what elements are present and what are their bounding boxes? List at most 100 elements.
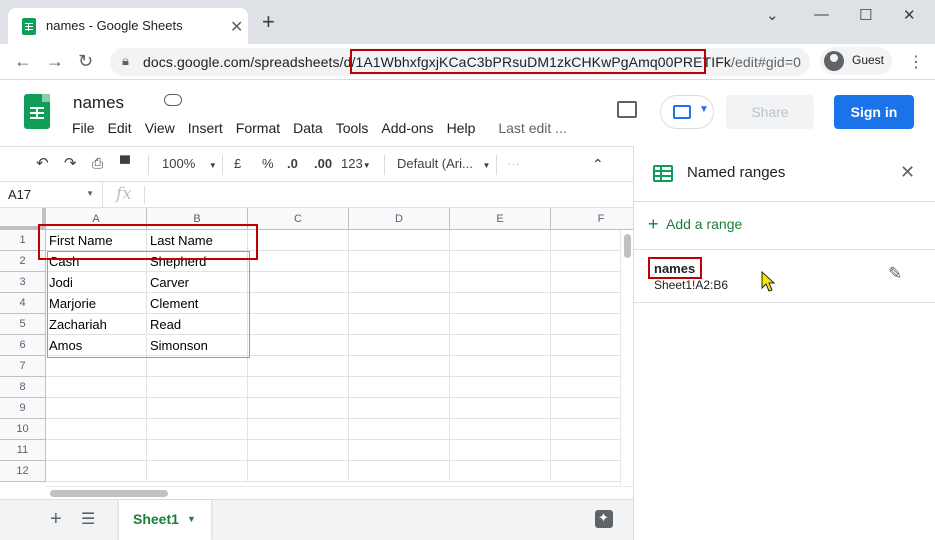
column-header-f[interactable]: F: [551, 208, 633, 230]
increase-decimal-button[interactable]: .00: [314, 156, 332, 171]
grid-cell[interactable]: Amos: [46, 335, 147, 356]
grid-cell[interactable]: Marjorie: [46, 293, 147, 314]
grid-cell[interactable]: [147, 440, 248, 461]
sign-in-button[interactable]: Sign in: [834, 95, 914, 129]
grid-cell[interactable]: [147, 398, 248, 419]
grid-cell[interactable]: [147, 419, 248, 440]
grid-cell[interactable]: [46, 419, 147, 440]
row-header[interactable]: 12: [0, 461, 46, 482]
grid-cell[interactable]: [450, 356, 551, 377]
grid-cell[interactable]: Jodi: [46, 272, 147, 293]
grid-cell[interactable]: [349, 440, 450, 461]
row-header[interactable]: 8: [0, 377, 46, 398]
redo-icon[interactable]: ↷: [64, 154, 77, 172]
grid-cell[interactable]: [450, 440, 551, 461]
spreadsheet-grid[interactable]: A B C D E F 1 2 3 4 5 6 7 8 9 10 11 12 F…: [0, 208, 633, 486]
forward-icon[interactable]: →: [46, 51, 64, 72]
column-header-d[interactable]: D: [349, 208, 450, 230]
row-header[interactable]: 3: [0, 272, 46, 293]
grid-cell[interactable]: Cash: [46, 251, 147, 272]
tab-close-icon[interactable]: ✕: [230, 17, 243, 37]
last-edit-link[interactable]: Last edit ...: [498, 120, 566, 136]
grid-cell[interactable]: [450, 251, 551, 272]
sheet-tab-sheet1[interactable]: Sheet1 ▼: [119, 500, 211, 540]
grid-cell[interactable]: [450, 272, 551, 293]
explore-icon[interactable]: [595, 510, 613, 528]
menu-help[interactable]: Help: [447, 120, 476, 136]
menu-edit[interactable]: Edit: [108, 120, 132, 136]
scroll-thumb[interactable]: [624, 234, 631, 258]
grid-cell[interactable]: [450, 461, 551, 482]
grid-cell[interactable]: Carver: [147, 272, 248, 293]
column-header-b[interactable]: B: [147, 208, 248, 230]
more-formats-select[interactable]: 123▼: [341, 156, 371, 171]
tab-search-icon[interactable]: ⌄: [766, 6, 779, 24]
column-header-a[interactable]: A: [46, 208, 147, 230]
menu-format[interactable]: Format: [236, 120, 280, 136]
grid-cell[interactable]: [46, 398, 147, 419]
grid-cell[interactable]: Clement: [147, 293, 248, 314]
paint-format-icon[interactable]: ▀: [120, 155, 130, 171]
zoom-select[interactable]: 100% ▼: [162, 156, 217, 171]
grid-cell[interactable]: [147, 461, 248, 482]
grid-cell[interactable]: [349, 293, 450, 314]
collapse-menus-icon[interactable]: ⌃: [592, 156, 604, 173]
grid-cell[interactable]: Shepherd: [147, 251, 248, 272]
all-sheets-icon[interactable]: ☰: [81, 509, 95, 529]
grid-cell[interactable]: [248, 314, 349, 335]
row-header[interactable]: 11: [0, 440, 46, 461]
grid-cell[interactable]: [248, 335, 349, 356]
name-box[interactable]: A17 ▼: [0, 182, 103, 207]
grid-cell[interactable]: [450, 293, 551, 314]
grid-cell[interactable]: [248, 251, 349, 272]
grid-cell[interactable]: [46, 461, 147, 482]
menu-data[interactable]: Data: [293, 120, 323, 136]
row-header[interactable]: 4: [0, 293, 46, 314]
grid-cell[interactable]: [450, 314, 551, 335]
grid-cell[interactable]: [349, 356, 450, 377]
grid-cell[interactable]: [349, 230, 450, 251]
grid-cell[interactable]: [248, 440, 349, 461]
grid-cell[interactable]: [349, 419, 450, 440]
row-header[interactable]: 10: [0, 419, 46, 440]
currency-button[interactable]: £: [234, 156, 241, 171]
grid-cell[interactable]: Last Name: [147, 230, 248, 251]
cloud-status-icon[interactable]: [164, 94, 182, 106]
grid-cell[interactable]: [248, 419, 349, 440]
grid-cell[interactable]: [450, 377, 551, 398]
close-icon[interactable]: ✕: [900, 162, 915, 183]
back-icon[interactable]: ←: [14, 51, 32, 72]
grid-cell[interactable]: [248, 230, 349, 251]
row-header[interactable]: 7: [0, 356, 46, 377]
grid-cell[interactable]: [349, 335, 450, 356]
grid-cell[interactable]: [248, 398, 349, 419]
menu-view[interactable]: View: [145, 120, 175, 136]
doc-title[interactable]: names: [73, 93, 124, 113]
menu-file[interactable]: File: [72, 120, 95, 136]
more-tools-button[interactable]: ···: [507, 156, 520, 171]
edit-pencil-icon[interactable]: ✎: [888, 264, 902, 284]
print-icon[interactable]: ⎙: [92, 155, 103, 172]
present-button[interactable]: ▼: [660, 95, 714, 129]
profile-button[interactable]: Guest: [820, 47, 892, 75]
select-all-corner[interactable]: [0, 208, 46, 230]
grid-cell[interactable]: [147, 377, 248, 398]
comment-history-icon[interactable]: [617, 101, 637, 118]
reload-icon[interactable]: ↻: [78, 51, 93, 72]
grid-cell[interactable]: [349, 314, 450, 335]
grid-cell[interactable]: [450, 230, 551, 251]
grid-cell[interactable]: Simonson: [147, 335, 248, 356]
grid-cell[interactable]: Read: [147, 314, 248, 335]
grid-cell[interactable]: [46, 440, 147, 461]
grid-cell[interactable]: [46, 356, 147, 377]
browser-tab[interactable]: names - Google Sheets ✕: [8, 8, 248, 44]
grid-cell[interactable]: First Name: [46, 230, 147, 251]
grid-cell[interactable]: [349, 272, 450, 293]
grid-cell[interactable]: [248, 377, 349, 398]
grid-cell[interactable]: [147, 356, 248, 377]
maximize-icon[interactable]: ☐: [859, 6, 872, 24]
decrease-decimal-button[interactable]: .0: [287, 156, 298, 171]
grid-cell[interactable]: Zachariah: [46, 314, 147, 335]
column-header-c[interactable]: C: [248, 208, 349, 230]
row-header[interactable]: 1: [0, 230, 46, 251]
